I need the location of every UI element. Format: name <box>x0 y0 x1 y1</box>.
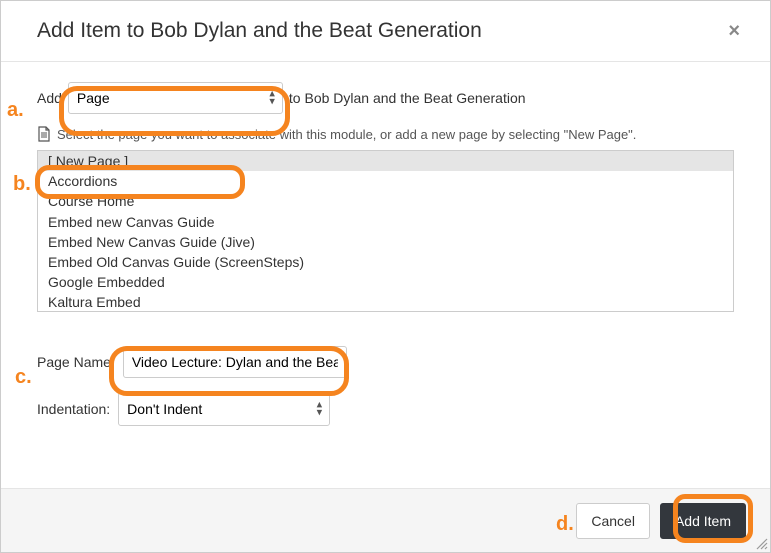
item-type-select[interactable]: Page <box>68 82 283 114</box>
modal-title: Add Item to Bob Dylan and the Beat Gener… <box>37 19 482 43</box>
page-name-input[interactable] <box>123 346 347 378</box>
page-list-item[interactable]: Embed Old Canvas Guide (ScreenSteps) <box>38 252 733 272</box>
page-icon <box>37 126 51 142</box>
modal-header: Add Item to Bob Dylan and the Beat Gener… <box>1 1 770 62</box>
add-row: Add Page ▴▾ to Bob Dylan and the Beat Ge… <box>37 82 734 114</box>
add-item-button[interactable]: Add Item <box>660 503 746 539</box>
page-list-item[interactable]: Course Home <box>38 191 733 211</box>
add-suffix: to Bob Dylan and the Beat Generation <box>289 90 526 106</box>
page-name-row: Page Name: <box>37 346 734 378</box>
page-list-item[interactable]: Accordions <box>38 171 733 191</box>
hint-row: Select the page you want to associate wi… <box>37 126 734 142</box>
indentation-select[interactable]: Don't Indent <box>118 392 330 426</box>
type-select-wrap: Page ▴▾ <box>68 82 283 114</box>
page-list-item[interactable]: Embed New Canvas Guide (Jive) <box>38 232 733 252</box>
page-list-item[interactable]: Embed new Canvas Guide <box>38 212 733 232</box>
modal-footer: Cancel Add Item <box>1 488 770 552</box>
close-icon[interactable]: × <box>722 20 746 43</box>
page-list-item[interactable]: Kaltura Embed <box>38 292 733 312</box>
modal-body: Add Page ▴▾ to Bob Dylan and the Beat Ge… <box>1 62 770 487</box>
add-prefix: Add <box>37 90 62 106</box>
hint-text: Select the page you want to associate wi… <box>57 127 636 142</box>
page-list-item[interactable]: Google Embedded <box>38 272 733 292</box>
indent-select-wrap: Don't Indent ▴▾ <box>118 392 330 426</box>
page-list-item[interactable]: [ New Page ] <box>38 151 733 171</box>
cancel-button[interactable]: Cancel <box>576 503 650 539</box>
indentation-row: Indentation: Don't Indent ▴▾ <box>37 392 734 426</box>
page-name-label: Page Name: <box>37 354 115 370</box>
indentation-label: Indentation: <box>37 401 110 417</box>
pages-listbox[interactable]: [ New Page ]AccordionsCourse HomeEmbed n… <box>37 150 734 312</box>
